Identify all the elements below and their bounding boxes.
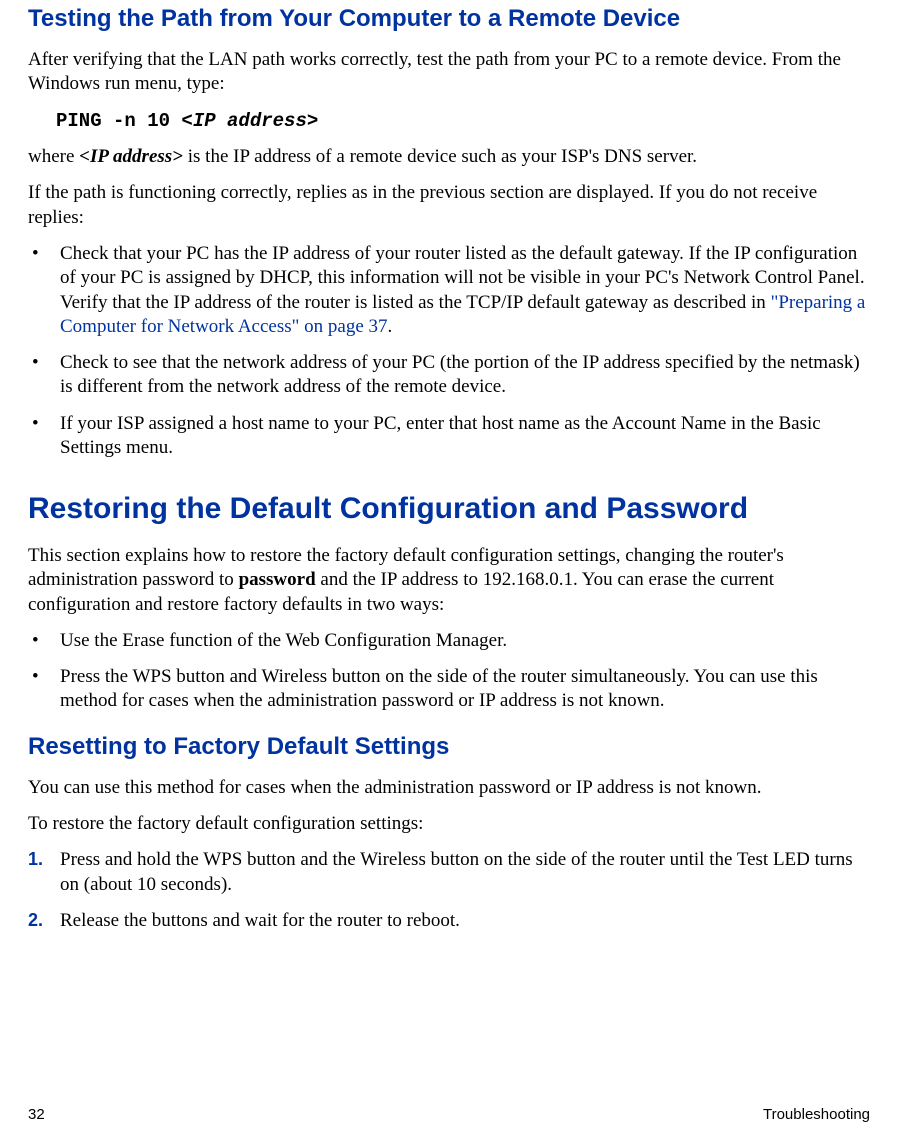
text: Release the buttons and wait for the rou…: [60, 910, 460, 931]
text: is the IP address of a remote device suc…: [183, 146, 697, 167]
list-item: If your ISP assigned a host name to your…: [28, 412, 870, 461]
list-item: Press the WPS button and Wireless button…: [28, 665, 870, 714]
param-placeholder: <IP address>: [79, 146, 183, 167]
para-if-path: If the path is functioning correctly, re…: [28, 181, 870, 230]
list-item: Check to see that the network address of…: [28, 351, 870, 400]
text: Check that your PC has the IP address of…: [60, 243, 865, 313]
text: Press the WPS button and Wireless button…: [60, 666, 818, 711]
para-reset-intro: You can use this method for cases when t…: [28, 776, 870, 800]
code-text-end: >: [307, 110, 318, 132]
text: Use the Erase function of the Web Config…: [60, 630, 507, 651]
code-text: PING -n 10 <: [56, 110, 193, 132]
page-footer: 32 Troubleshooting: [28, 1106, 870, 1123]
text: If your ISP assigned a host name to your…: [60, 413, 821, 458]
heading-test-path: Testing the Path from Your Computer to a…: [28, 4, 870, 34]
list-item: 1. Press and hold the WPS button and the…: [28, 848, 870, 897]
step-number: 1.: [28, 848, 43, 871]
text: where: [28, 146, 79, 167]
list-item: Check that your PC has the IP address of…: [28, 242, 870, 339]
numbered-steps: 1. Press and hold the WPS button and the…: [28, 848, 870, 933]
heading-restoring-default: Restoring the Default Configuration and …: [28, 490, 870, 528]
para-restore-intro: This section explains how to restore the…: [28, 544, 870, 617]
list-item: Use the Erase function of the Web Config…: [28, 629, 870, 653]
footer-title: Troubleshooting: [763, 1106, 870, 1123]
code-param: IP address: [193, 110, 307, 132]
text: Press and hold the WPS button and the Wi…: [60, 849, 853, 894]
bullet-list-restore-methods: Use the Erase function of the Web Config…: [28, 629, 870, 714]
text: Check to see that the network address of…: [60, 352, 860, 397]
bullet-list-checks: Check that your PC has the IP address of…: [28, 242, 870, 461]
para-reset-steps-intro: To restore the factory default configura…: [28, 812, 870, 836]
step-number: 2.: [28, 909, 43, 932]
code-ping-command: PING -n 10 <IP address>: [56, 109, 870, 133]
text: .: [388, 316, 393, 337]
default-password: password: [239, 569, 316, 590]
para-where: where <IP address> is the IP address of …: [28, 145, 870, 169]
heading-resetting-factory: Resetting to Factory Default Settings: [28, 732, 870, 762]
page-number: 32: [28, 1106, 45, 1123]
list-item: 2. Release the buttons and wait for the …: [28, 909, 870, 933]
para-intro: After verifying that the LAN path works …: [28, 48, 870, 97]
